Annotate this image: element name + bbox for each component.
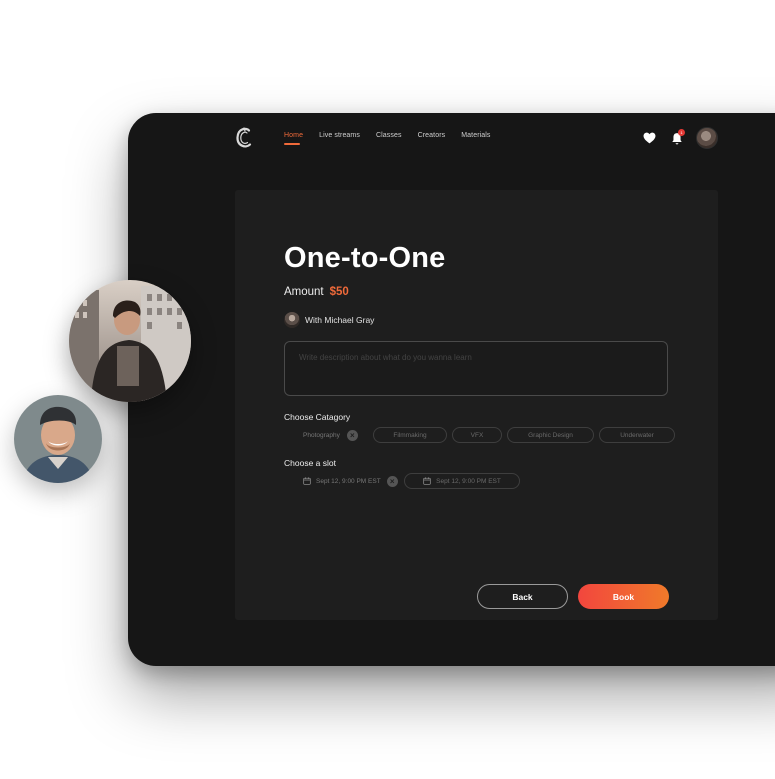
creator-photo-small [14, 395, 102, 483]
category-chip-filmmaking[interactable]: Filmmaking [373, 427, 447, 443]
amount-label: Amount [284, 286, 324, 298]
booking-panel: One-to-One Amount $50 With Michael Gray C… [235, 190, 718, 620]
slot-chip-selected[interactable]: Sept 12, 9:00 PM EST × [284, 473, 399, 489]
page-title: One-to-One [284, 242, 446, 274]
close-icon[interactable]: × [346, 429, 358, 441]
creator-photo-large [69, 280, 191, 402]
back-button[interactable]: Back [477, 584, 568, 609]
nav-classes[interactable]: Classes [376, 132, 402, 139]
app-window: Home Live streams Classes Creators Mater… [128, 113, 775, 666]
creator-name: With Michael Gray [305, 315, 375, 325]
nav-materials[interactable]: Materials [461, 132, 490, 139]
category-chip-photography[interactable]: Photography × [284, 427, 368, 443]
slot-chips: Sept 12, 9:00 PM EST × Sept 12, 9:00 PM … [284, 473, 525, 489]
favorites-button[interactable] [640, 128, 658, 148]
heart-icon [643, 132, 655, 144]
category-chip-vfx[interactable]: VFX [452, 427, 502, 443]
amount-row: Amount $50 [284, 286, 349, 298]
notifications-button[interactable]: 1 [668, 128, 686, 148]
slot-text: Sept 12, 9:00 PM EST [316, 477, 381, 485]
slot-label: Choose a slot [284, 458, 336, 468]
creator-avatar [284, 312, 300, 328]
close-icon[interactable]: × [386, 475, 398, 487]
category-label: Choose Catagory [284, 412, 351, 422]
notification-badge: 1 [678, 129, 685, 136]
category-chip-underwater[interactable]: Underwater [599, 427, 675, 443]
calendar-icon [423, 477, 431, 485]
creator-row: With Michael Gray [284, 312, 374, 328]
creator-photo-small-image [14, 395, 102, 483]
profile-avatar[interactable] [696, 127, 718, 149]
amount-value: $50 [329, 286, 349, 298]
slot-chip[interactable]: Sept 12, 9:00 PM EST [404, 473, 520, 489]
nav-actions: 1 [640, 127, 718, 149]
category-chip-graphic-design[interactable]: Graphic Design [507, 427, 594, 443]
creator-photo-large-image [69, 280, 191, 402]
stage: Home Live streams Classes Creators Mater… [0, 0, 775, 779]
nav-home[interactable]: Home [284, 132, 303, 145]
nav-creators[interactable]: Creators [418, 132, 446, 139]
brand-c-logo[interactable] [234, 126, 254, 150]
chip-label: Photography [303, 431, 340, 439]
nav-live-streams[interactable]: Live streams [319, 132, 360, 139]
category-chips: Photography × Filmmaking VFX Graphic Des… [284, 427, 680, 443]
description-input[interactable] [284, 341, 668, 396]
calendar-icon [303, 477, 311, 485]
slot-text: Sept 12, 9:00 PM EST [436, 477, 501, 485]
top-nav: Home Live streams Classes Creators Mater… [284, 132, 507, 145]
book-button[interactable]: Book [578, 584, 669, 609]
